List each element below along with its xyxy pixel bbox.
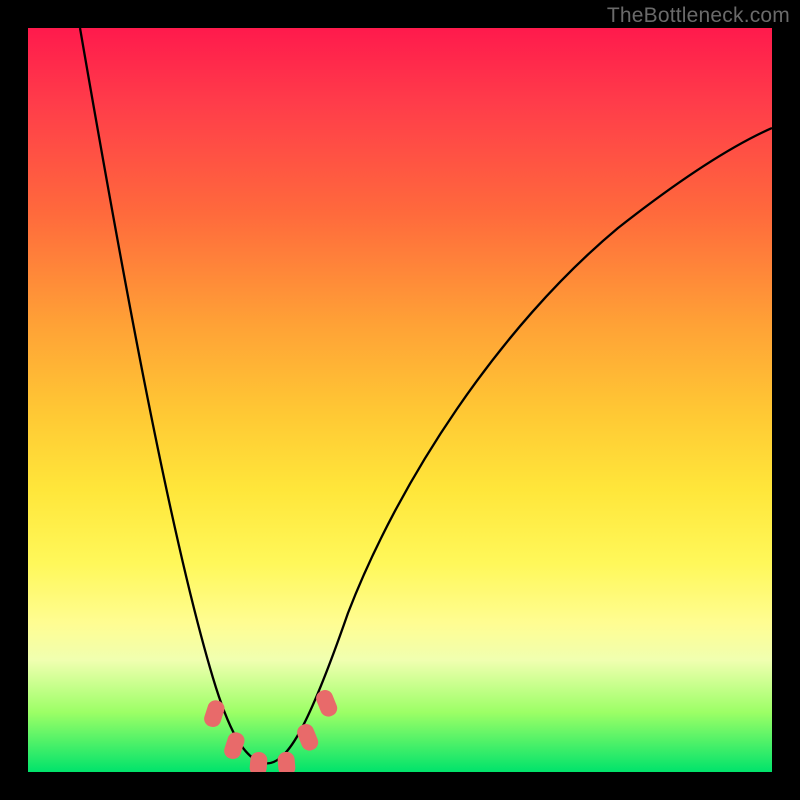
marker-group — [202, 688, 340, 772]
bottleneck-curve-svg — [28, 28, 772, 772]
watermark-text: TheBottleneck.com — [607, 4, 790, 28]
marker-dot — [249, 751, 268, 772]
marker-dot — [222, 730, 247, 761]
chart-plot-area — [28, 28, 772, 772]
bottleneck-curve-path — [80, 28, 772, 763]
marker-dot — [295, 722, 321, 753]
marker-dot — [202, 698, 227, 729]
marker-dot — [277, 751, 296, 772]
